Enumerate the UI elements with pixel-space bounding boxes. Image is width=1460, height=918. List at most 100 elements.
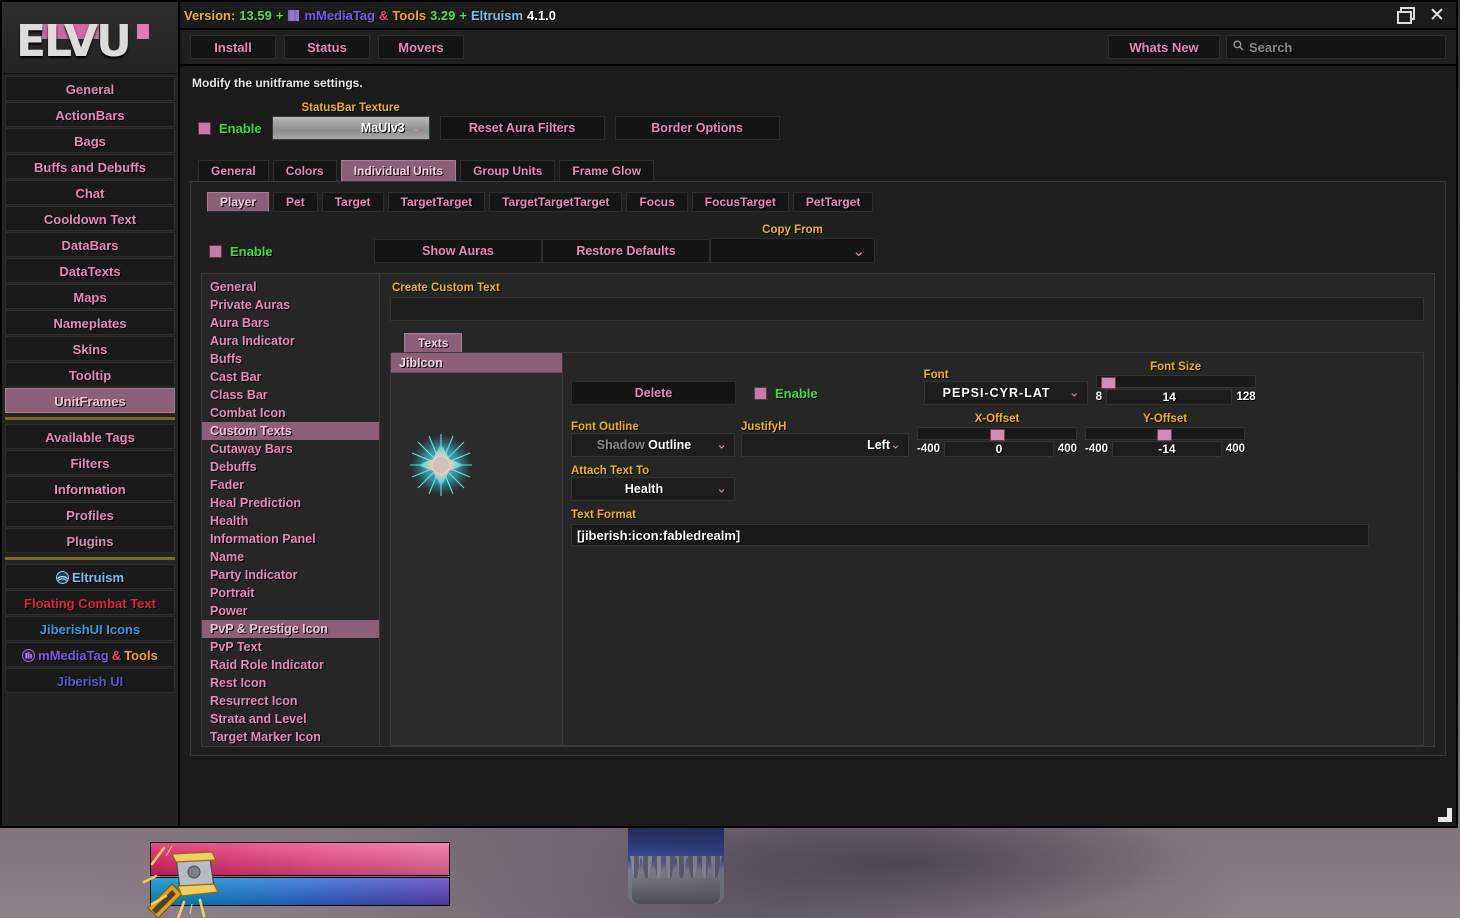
slider-thumb[interactable]	[990, 429, 1005, 441]
sidebar-item-datatexts[interactable]: DataTexts	[5, 258, 175, 283]
font-size-input[interactable]: 14	[1106, 389, 1233, 405]
y-offset-input[interactable]: -14	[1112, 441, 1222, 457]
nav-item-health[interactable]: Health	[202, 512, 379, 530]
sidebar-item-databars[interactable]: DataBars	[5, 232, 175, 257]
nav-item-party-indicator[interactable]: Party Indicator	[202, 566, 379, 584]
create-custom-text-input[interactable]	[390, 297, 1424, 321]
movers-button[interactable]: Movers	[378, 35, 464, 59]
whats-new-button[interactable]: Whats New	[1108, 35, 1220, 59]
sidebar-item-information[interactable]: Information	[5, 476, 175, 501]
show-auras-button[interactable]: Show Auras	[374, 239, 542, 263]
nav-item-buffs[interactable]: Buffs	[202, 350, 379, 368]
sidebar-item-tooltip[interactable]: Tooltip	[5, 362, 175, 387]
player-unitframe[interactable]	[142, 838, 450, 918]
checkbox-icon[interactable]	[754, 387, 767, 400]
statusbar-texture-dropdown[interactable]: MaUIv3 ⌄	[271, 116, 430, 140]
nav-item-aura-bars[interactable]: Aura Bars	[202, 314, 379, 332]
sidebar-item-cooldown-text[interactable]: Cooldown Text	[5, 206, 175, 231]
text-enable-toggle[interactable]: Enable	[754, 386, 818, 405]
sidebar-item-floating-combat-text[interactable]: Floating Combat Text	[5, 590, 175, 615]
close-icon[interactable]: ✕	[1428, 6, 1446, 25]
tab-target[interactable]: Target	[321, 192, 384, 212]
border-options-button[interactable]: Border Options	[614, 116, 780, 140]
status-button[interactable]: Status	[284, 35, 370, 59]
nav-item-portrait[interactable]: Portrait	[202, 584, 379, 602]
restore-defaults-button[interactable]: Restore Defaults	[542, 239, 710, 263]
nav-item-resurrect-icon[interactable]: Resurrect Icon	[202, 692, 379, 710]
font-size-slider[interactable]	[1095, 375, 1256, 389]
sidebar-item-nameplates[interactable]: Nameplates	[5, 310, 175, 335]
justifyh-dropdown[interactable]: Left ⌄	[741, 433, 909, 457]
nav-item-target-marker-icon[interactable]: Target Marker Icon	[202, 728, 379, 746]
sidebar-item-actionbars[interactable]: ActionBars	[5, 102, 175, 127]
tab-frame-glow[interactable]: Frame Glow	[559, 160, 655, 181]
slider-thumb[interactable]	[1157, 429, 1172, 441]
sidebar-item-jiberishui-icons[interactable]: JiberishUI Icons	[5, 616, 175, 641]
unitframe-enable-toggle[interactable]: Enable	[198, 121, 262, 140]
tab-texts[interactable]: Texts	[404, 333, 463, 352]
attach-text-to-dropdown[interactable]: Health ⌄	[571, 477, 735, 501]
sidebar-item-maps[interactable]: Maps	[5, 284, 175, 309]
sidebar-item-bags[interactable]: Bags	[5, 128, 175, 153]
tab-individual-units[interactable]: Individual Units	[340, 160, 457, 181]
sidebar-item-available-tags[interactable]: Available Tags	[5, 424, 175, 449]
reset-aura-filters-button[interactable]: Reset Aura Filters	[439, 116, 605, 140]
checkbox-icon[interactable]	[209, 245, 222, 258]
x-offset-slider[interactable]	[917, 427, 1077, 441]
sidebar-item-unitframes[interactable]: UnitFrames	[5, 388, 175, 413]
nav-item-custom-texts[interactable]: Custom Texts	[202, 422, 379, 440]
font-outline-dropdown[interactable]: Shadow Outline ⌄	[571, 433, 735, 457]
tab-pet[interactable]: Pet	[273, 192, 318, 212]
tab-group-units[interactable]: Group Units	[460, 160, 556, 181]
sidebar-item-buffs-and-debuffs[interactable]: Buffs and Debuffs	[5, 154, 175, 179]
font-dropdown[interactable]: PEPSI-CYR-LAT ⌄	[923, 381, 1088, 405]
install-button[interactable]: Install	[190, 35, 276, 59]
tab-focustarget[interactable]: FocusTarget	[691, 192, 789, 212]
copy-from-dropdown[interactable]: ⌄	[710, 238, 875, 263]
tab-colors[interactable]: Colors	[272, 160, 337, 181]
nav-item-name[interactable]: Name	[202, 548, 379, 566]
tab-focus[interactable]: Focus	[626, 192, 688, 212]
nav-item-cast-bar[interactable]: Cast Bar	[202, 368, 379, 386]
sidebar-item-plugins[interactable]: Plugins	[5, 528, 175, 553]
sidebar-item-skins[interactable]: Skins	[5, 336, 175, 361]
sidebar-item-eltruism[interactable]: Eltruism	[5, 564, 175, 589]
x-offset-input[interactable]: 0	[944, 441, 1054, 457]
nav-item-combat-icon[interactable]: Combat Icon	[202, 404, 379, 422]
nav-item-debuffs[interactable]: Debuffs	[202, 458, 379, 476]
slider-thumb[interactable]	[1100, 377, 1116, 389]
search-input[interactable]: Search	[1226, 35, 1446, 59]
sidebar-item-general[interactable]: General	[5, 76, 175, 101]
nav-item-aura-indicator[interactable]: Aura Indicator	[202, 332, 379, 350]
tab-targettargettarget[interactable]: TargetTargetTarget	[489, 192, 623, 212]
nav-item-power[interactable]: Power	[202, 602, 379, 620]
nav-item-rest-icon[interactable]: Rest Icon	[202, 674, 379, 692]
nav-item-class-bar[interactable]: Class Bar	[202, 386, 379, 404]
checkbox-icon[interactable]	[198, 122, 211, 135]
nav-item-cutaway-bars[interactable]: Cutaway Bars	[202, 440, 379, 458]
delete-button[interactable]: Delete	[571, 381, 736, 405]
sidebar-item-mmediatag-and-tools[interactable]: mMediaTag & Tools	[5, 642, 175, 667]
tab-player[interactable]: Player	[207, 192, 270, 212]
tab-pettarget[interactable]: PetTarget	[792, 192, 874, 212]
nav-item-pvp-text[interactable]: PvP Text	[202, 638, 379, 656]
nav-item-general[interactable]: General	[202, 278, 379, 296]
tab-general[interactable]: General	[198, 160, 269, 181]
y-offset-slider[interactable]	[1085, 427, 1245, 441]
jibicon-header[interactable]: JibIcon	[391, 353, 562, 373]
player-enable-toggle[interactable]: Enable	[209, 244, 374, 263]
sidebar-item-profiles[interactable]: Profiles	[5, 502, 175, 527]
sidebar-item-filters[interactable]: Filters	[5, 450, 175, 475]
sidebar-item-jiberish-ui[interactable]: Jiberish UI	[5, 668, 175, 693]
nav-item-raid-role-indicator[interactable]: Raid Role Indicator	[202, 656, 379, 674]
nav-item-private-auras[interactable]: Private Auras	[202, 296, 379, 314]
nav-item-pvp-and-prestige-icon[interactable]: PvP & Prestige Icon	[202, 620, 379, 638]
resize-handle[interactable]	[1438, 808, 1452, 822]
nav-item-strata-and-level[interactable]: Strata and Level	[202, 710, 379, 728]
text-format-input[interactable]: [jiberish:icon:fabledrealm]	[571, 524, 1369, 546]
tab-targettarget[interactable]: TargetTarget	[387, 192, 486, 212]
sidebar-item-chat[interactable]: Chat	[5, 180, 175, 205]
nav-item-fader[interactable]: Fader	[202, 476, 379, 494]
restore-icon[interactable]	[1396, 6, 1415, 24]
nav-item-information-panel[interactable]: Information Panel	[202, 530, 379, 548]
